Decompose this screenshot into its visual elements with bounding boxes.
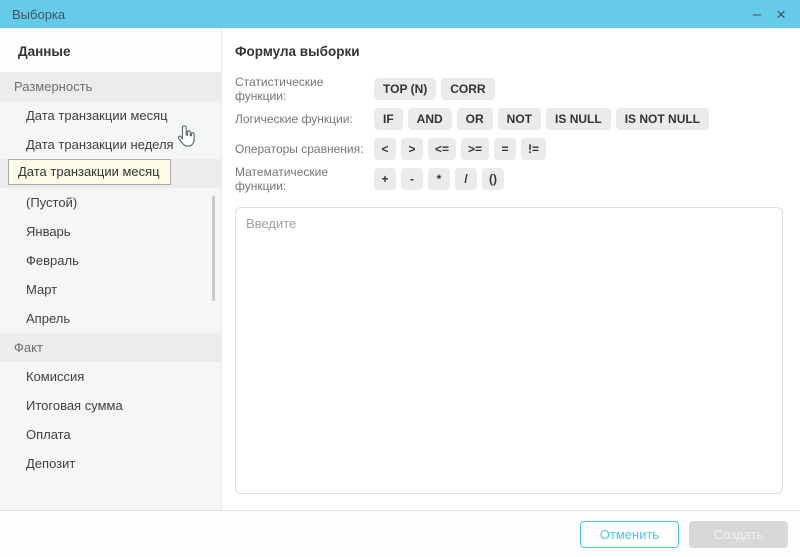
- create-button[interactable]: Создать: [689, 521, 788, 548]
- button-group: IF AND OR NOT IS NULL IS NOT NULL: [374, 108, 709, 130]
- row-label: Логические функции:: [235, 112, 374, 126]
- sidebar-item-february[interactable]: Февраль: [0, 246, 221, 275]
- row-math-functions: Математические функции: + - * / (): [235, 164, 784, 194]
- row-label: Математические функции:: [235, 165, 374, 193]
- formula-panel: Формула выборки Статистические функции: …: [222, 28, 800, 510]
- row-label: Операторы сравнения:: [235, 142, 374, 156]
- math-button-minus[interactable]: -: [401, 168, 423, 190]
- sidebar-title: Данные: [0, 28, 221, 72]
- func-button-or[interactable]: OR: [457, 108, 493, 130]
- window-controls: – ×: [753, 6, 786, 23]
- sidebar-section-dimension: Размерность: [0, 72, 221, 101]
- window-title: Выборка: [12, 7, 65, 22]
- sidebar-section-fact: Факт: [0, 333, 221, 362]
- panel-title: Формула выборки: [235, 44, 784, 59]
- sidebar-item-empty[interactable]: (Пустой): [0, 188, 221, 217]
- minimize-icon[interactable]: –: [753, 7, 761, 22]
- op-button-neq[interactable]: !=: [521, 138, 546, 160]
- func-button-and[interactable]: AND: [408, 108, 452, 130]
- dialog-content: Данные Размерность Дата транзакции месяц…: [0, 28, 800, 510]
- selection-dialog: Выборка – × Данные Размерность Дата тран…: [0, 0, 800, 557]
- math-button-divide[interactable]: /: [455, 168, 477, 190]
- func-button-if[interactable]: IF: [374, 108, 403, 130]
- func-button-not[interactable]: NOT: [498, 108, 541, 130]
- sidebar-item-march[interactable]: Март: [0, 275, 221, 304]
- button-group: < > <= >= = !=: [374, 138, 546, 160]
- button-group: + - * / (): [374, 168, 504, 190]
- math-button-multiply[interactable]: *: [428, 168, 450, 190]
- op-button-gte[interactable]: >=: [461, 138, 489, 160]
- row-logical-functions: Логические функции: IF AND OR NOT IS NUL…: [235, 104, 784, 134]
- func-button-is-null[interactable]: IS NULL: [546, 108, 611, 130]
- sidebar-item-january[interactable]: Январь: [0, 217, 221, 246]
- func-button-is-not-null[interactable]: IS NOT NULL: [616, 108, 709, 130]
- sidebar-item-april[interactable]: Апрель: [0, 304, 221, 333]
- titlebar: Выборка – ×: [0, 0, 800, 28]
- cancel-button[interactable]: Отменить: [580, 521, 679, 548]
- data-sidebar: Данные Размерность Дата транзакции месяц…: [0, 28, 222, 510]
- math-button-parentheses[interactable]: (): [482, 168, 504, 190]
- op-button-lt[interactable]: <: [374, 138, 396, 160]
- row-label: Статистические функции:: [235, 75, 374, 103]
- op-button-eq[interactable]: =: [494, 138, 516, 160]
- cursor-pointer-icon: [174, 124, 196, 156]
- dialog-footer: Отменить Создать: [0, 510, 800, 557]
- element-list: (Пустой) Январь Февраль Март Апрель: [0, 188, 221, 333]
- row-comparison-operators: Операторы сравнения: < > <= >= = !=: [235, 134, 784, 164]
- func-button-top-n[interactable]: TOP (N): [374, 78, 436, 100]
- tooltip: Дата транзакции месяц: [8, 159, 171, 185]
- sidebar-item-deposit[interactable]: Депозит: [0, 449, 221, 478]
- formula-input[interactable]: [235, 207, 783, 494]
- op-button-gt[interactable]: >: [401, 138, 423, 160]
- element-list-scrollbar[interactable]: [212, 196, 215, 301]
- sidebar-item-total-sum[interactable]: Итоговая сумма: [0, 391, 221, 420]
- func-button-corr[interactable]: CORR: [441, 78, 494, 100]
- sidebar-item-commission[interactable]: Комиссия: [0, 362, 221, 391]
- close-icon[interactable]: ×: [776, 6, 786, 23]
- math-button-plus[interactable]: +: [374, 168, 396, 190]
- button-group: TOP (N) CORR: [374, 78, 495, 100]
- op-button-lte[interactable]: <=: [428, 138, 456, 160]
- row-statistical-functions: Статистические функции: TOP (N) CORR: [235, 74, 784, 104]
- sidebar-item-payment[interactable]: Оплата: [0, 420, 221, 449]
